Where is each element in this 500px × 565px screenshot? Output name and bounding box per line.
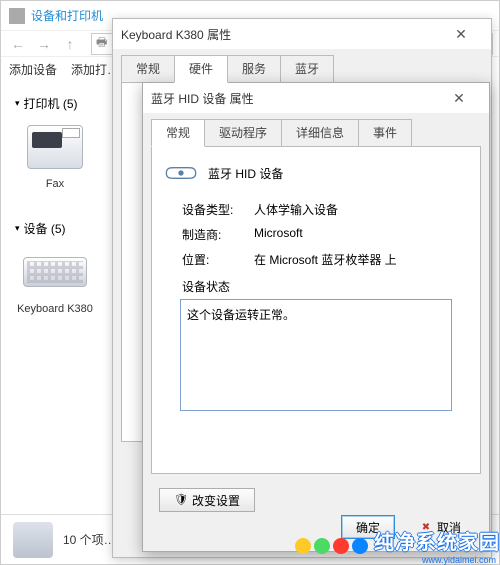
change-settings-label: 改变设置 xyxy=(192,492,240,509)
tab2-driver[interactable]: 驱动程序 xyxy=(204,119,282,146)
tab-general[interactable]: 常规 xyxy=(121,55,175,82)
hid-device-icon xyxy=(164,159,198,187)
dlg1-titlebar[interactable]: Keyboard K380 属性 ✕ xyxy=(113,19,491,49)
fax-icon xyxy=(27,125,83,169)
tab2-event[interactable]: 事件 xyxy=(358,119,412,146)
bg-window-title: 设备和打印机 xyxy=(31,7,103,24)
dlg2-tab-body: 蓝牙 HID 设备 设备类型:人体学输入设备 制造商:Microsoft 位置:… xyxy=(151,146,481,474)
hid-device-name: 蓝牙 HID 设备 xyxy=(208,165,283,182)
dlg2-title: 蓝牙 HID 设备 属性 xyxy=(151,90,254,107)
shield-icon xyxy=(174,493,188,507)
prop-type-label: 设备类型: xyxy=(182,201,254,218)
keyboard-icon xyxy=(23,257,87,287)
dlg1-title: Keyboard K380 属性 xyxy=(121,26,231,43)
nav-forward-button[interactable]: → xyxy=(33,33,55,55)
hid-properties: 设备类型:人体学输入设备 制造商:Microsoft 位置:在 Microsof… xyxy=(182,201,468,268)
watermark-logo xyxy=(295,538,368,554)
dlg2-close-button[interactable]: ✕ xyxy=(437,85,481,111)
status-textbox[interactable]: 这个设备运转正常。 xyxy=(180,299,452,411)
devices-group-label: 设备 (5) xyxy=(24,220,66,237)
watermark: 纯净系统家园 www.yidaimei.com xyxy=(295,526,500,565)
nav-back-button[interactable]: ← xyxy=(7,33,29,55)
nav-up-button[interactable]: ↑ xyxy=(59,33,81,55)
tab-service[interactable]: 服务 xyxy=(227,55,281,82)
devices-icon xyxy=(9,8,25,24)
add-device-button[interactable]: 添加设备 xyxy=(9,61,57,81)
dlg1-tabs: 常规 硬件 服务 蓝牙 xyxy=(113,49,491,82)
printer-icon: 🖶 xyxy=(96,33,107,54)
device-label: Keyboard K380 xyxy=(15,303,95,315)
watermark-text: 纯净系统家园 xyxy=(374,526,500,555)
prop-mfr-label: 制造商: xyxy=(182,226,254,243)
dlg2-titlebar[interactable]: 蓝牙 HID 设备 属性 ✕ xyxy=(143,83,489,113)
device-label: Fax xyxy=(15,178,95,190)
tab2-general[interactable]: 常规 xyxy=(151,119,205,147)
printers-group-label: 打印机 (5) xyxy=(24,95,78,112)
change-settings-button[interactable]: 改变设置 xyxy=(159,488,255,512)
prop-loc-label: 位置: xyxy=(182,251,254,268)
status-text: 这个设备运转正常。 xyxy=(187,308,295,322)
dlg1-close-button[interactable]: ✕ xyxy=(439,21,483,47)
chevron-down-icon: ▾ xyxy=(15,223,20,234)
device-item-k380[interactable]: Keyboard K380 xyxy=(15,245,95,315)
device-footer-icon xyxy=(13,522,53,558)
status-label: 设备状态 xyxy=(182,278,468,295)
prop-mfr-value: Microsoft xyxy=(254,226,303,243)
tab-hardware[interactable]: 硬件 xyxy=(174,55,228,83)
tab-bluetooth[interactable]: 蓝牙 xyxy=(280,55,334,82)
chevron-down-icon: ▾ xyxy=(15,98,20,109)
prop-type-value: 人体学输入设备 xyxy=(254,201,338,218)
item-count: 10 个项… xyxy=(63,531,116,548)
prop-loc-value: 在 Microsoft 蓝牙枚举器 上 xyxy=(254,251,397,268)
hid-properties-dialog: 蓝牙 HID 设备 属性 ✕ 常规 驱动程序 详细信息 事件 蓝牙 HID 设备… xyxy=(142,82,490,552)
dlg2-tabs: 常规 驱动程序 详细信息 事件 xyxy=(143,113,489,146)
tab2-detail[interactable]: 详细信息 xyxy=(281,119,359,146)
device-item-fax[interactable]: Fax xyxy=(15,120,95,190)
watermark-url: www.yidaimei.com xyxy=(374,555,496,565)
